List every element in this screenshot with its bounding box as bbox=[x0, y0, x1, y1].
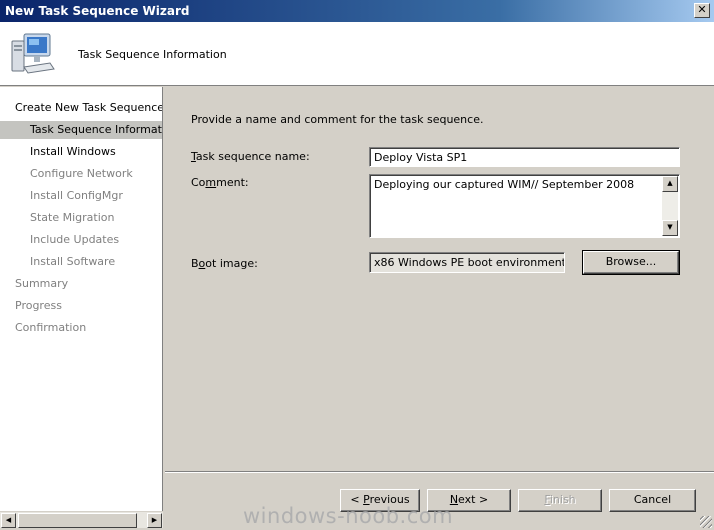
wizard-content: Provide a name and comment for the task … bbox=[165, 87, 714, 530]
cancel-button[interactable]: Cancel bbox=[609, 489, 696, 512]
comment-label: Comment: bbox=[191, 176, 249, 189]
step-create-new-task-sequence[interactable]: Create New Task Sequence bbox=[0, 99, 162, 117]
scrollbar-thumb[interactable] bbox=[18, 513, 137, 528]
resize-grip-icon[interactable] bbox=[700, 516, 712, 528]
step-progress: Progress bbox=[15, 299, 62, 312]
instruction-text: Provide a name and comment for the task … bbox=[191, 113, 484, 126]
sidebar-horizontal-scrollbar[interactable]: ◀ ▶ bbox=[0, 511, 163, 528]
comment-text: Deploying our captured WIM// September 2… bbox=[374, 178, 635, 191]
scroll-left-button[interactable]: ◀ bbox=[1, 513, 16, 528]
task-sequence-name-label: Task sequence name: bbox=[191, 150, 310, 163]
comment-textarea[interactable]: Deploying our captured WIM// September 2… bbox=[369, 174, 680, 238]
task-sequence-name-input[interactable]: Deploy Vista SP1 bbox=[369, 147, 680, 167]
scroll-right-button[interactable]: ▶ bbox=[147, 513, 162, 528]
computer-icon bbox=[11, 33, 55, 74]
watermark: windows-noob.com bbox=[243, 504, 454, 528]
close-button[interactable]: ✕ bbox=[694, 3, 710, 18]
boot-image-label: Boot image: bbox=[191, 257, 258, 270]
title-bar: New Task Sequence Wizard ✕ bbox=[0, 0, 714, 22]
step-install-configmgr: Install ConfigMgr bbox=[30, 189, 123, 202]
step-install-software: Install Software bbox=[30, 255, 116, 268]
browse-button[interactable]: Browse... bbox=[582, 250, 680, 275]
step-install-windows[interactable]: Install Windows bbox=[0, 143, 162, 161]
arrow-left-icon: ◀ bbox=[5, 516, 12, 524]
step-confirmation: Confirmation bbox=[15, 321, 87, 334]
step-state-migration: State Migration bbox=[30, 211, 115, 224]
close-icon: ✕ bbox=[697, 3, 707, 16]
step-summary: Summary bbox=[15, 277, 69, 290]
scroll-down-button[interactable]: ▼ bbox=[662, 220, 678, 236]
wizard-step-list: Create New Task Sequence Task Sequence I… bbox=[0, 87, 163, 511]
comment-scrollbar[interactable]: ▲ ▼ bbox=[662, 176, 678, 236]
step-task-sequence-information[interactable]: Task Sequence Information bbox=[0, 121, 162, 139]
finish-button: Finish bbox=[518, 489, 602, 512]
step-configure-network: Configure Network bbox=[30, 167, 133, 180]
scroll-up-button[interactable]: ▲ bbox=[662, 176, 678, 192]
page-title: Task Sequence Information bbox=[78, 48, 227, 61]
arrow-up-icon: ▲ bbox=[667, 179, 673, 187]
wizard-header: Task Sequence Information bbox=[0, 22, 714, 86]
arrow-down-icon: ▼ bbox=[667, 223, 673, 231]
button-separator bbox=[165, 471, 714, 473]
step-include-updates: Include Updates bbox=[30, 233, 120, 246]
arrow-right-icon: ▶ bbox=[151, 516, 158, 524]
boot-image-field: x86 Windows PE boot environment for SCCM bbox=[369, 252, 565, 273]
window-title: New Task Sequence Wizard bbox=[5, 4, 190, 18]
